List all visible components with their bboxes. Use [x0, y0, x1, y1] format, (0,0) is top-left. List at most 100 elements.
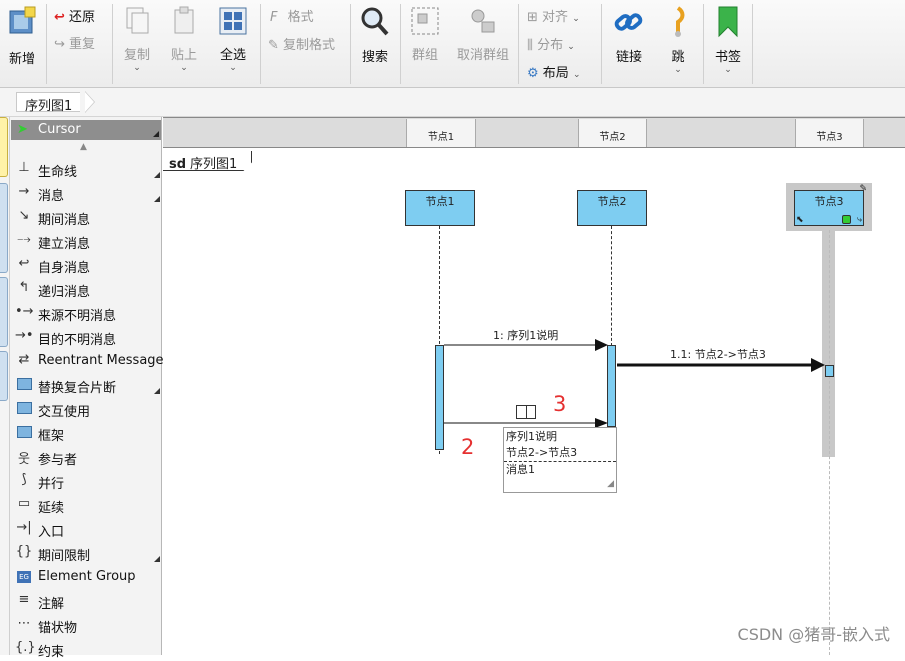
bookmark-icon	[718, 6, 738, 38]
link-button[interactable]: 链接	[608, 6, 650, 82]
note-line: 消息1	[506, 463, 535, 476]
duration-message-icon: ↘	[18, 208, 30, 223]
palette-more-icon[interactable]	[154, 196, 160, 202]
group-icon	[411, 7, 439, 35]
palette-item-label: 来源不明消息	[38, 309, 117, 324]
breadcrumb-item-diagram[interactable]: 序列图1	[16, 92, 81, 114]
palette-item[interactable]: {} 期间限制	[10, 541, 162, 565]
message-1-label[interactable]: 1: 序列1说明	[493, 327, 558, 343]
palette-item[interactable]: EG Element Group	[10, 565, 162, 589]
search-button[interactable]: 搜索	[356, 6, 394, 82]
palette-item[interactable]: → 消息	[10, 181, 162, 205]
layout-label: 布局	[542, 66, 569, 81]
palette-item[interactable]: ↩ 自身消息	[10, 253, 162, 277]
jump-button[interactable]: 跳 ⌄	[660, 6, 696, 82]
note[interactable]: 序列1说明 节点2->节点3 消息1 ◢	[503, 427, 617, 493]
combined-fragment-icon	[15, 376, 33, 392]
distribute-button[interactable]: ⫼ 分布 ⌄	[527, 34, 575, 53]
align-dropdown-icon: ⌄	[572, 14, 580, 24]
layout-icon: ⚙	[527, 66, 539, 81]
diagram-canvas[interactable]: 节点1 节点2 节点3 sd 序列图1 节点1 节点2 节点3 ⬉ ⤷ ✎ 1: …	[163, 117, 905, 655]
distribute-icon: ⫼	[527, 38, 533, 53]
palette-item-label: 锚状物	[38, 621, 78, 636]
format-label: 格式	[287, 10, 314, 25]
palette-item[interactable]: 交互使用	[10, 397, 162, 421]
duration-constraint-icon: {}	[15, 544, 33, 559]
palette-item[interactable]: ⋯ 锚状物	[10, 613, 162, 637]
copy-button[interactable]: 复制 ⌄	[118, 6, 156, 82]
palette-item-label: 生命线	[38, 165, 78, 180]
palette-more-icon[interactable]	[154, 388, 160, 394]
palette-cursor[interactable]: ➤ Cursor	[11, 120, 161, 140]
palette-item[interactable]: ⊥ 生命线	[10, 157, 162, 181]
copy-icon	[126, 7, 149, 34]
side-dock-tab[interactable]	[0, 277, 8, 347]
note-fold-icon: ◢	[607, 479, 614, 489]
palette-scroll-up-icon[interactable]: ▲	[80, 142, 87, 152]
palette-item[interactable]: •→ 来源不明消息	[10, 301, 162, 325]
constraint-icon: {.}	[15, 640, 36, 655]
palette-item[interactable]: ⤍ 建立消息	[10, 229, 162, 253]
palette-item[interactable]: →• 目的不明消息	[10, 325, 162, 349]
palette-item[interactable]: ↰ 递归消息	[10, 277, 162, 301]
palette-item-label: 并行	[38, 477, 65, 492]
layout-dropdown-icon: ⌄	[572, 70, 581, 80]
palette-item[interactable]: 웃 参与者	[10, 445, 162, 469]
new-diagram-icon	[9, 6, 36, 34]
bookmark-label: 书签	[714, 50, 741, 65]
recursive-message-icon: ↰	[18, 280, 30, 295]
palette-item[interactable]: ↘ 期间消息	[10, 205, 162, 229]
message-2-arrowhead	[811, 358, 825, 372]
align-icon: ⊞	[527, 10, 538, 25]
palette-item[interactable]: 替换复合片断	[10, 373, 162, 397]
diagram-palette: ➤ Cursor ▲ ⊥ 生命线 → 消息 ↘ 期间消息 ⤍ 建立消息 ↩ 自身消息 ↰ 递归消息 •→…	[10, 117, 164, 660]
message-text: 1.1: 节点2->节点3	[670, 348, 766, 361]
palette-item-label: 延续	[38, 501, 65, 516]
main-toolbar: 新增 ↩ 还原 ↪ 重复 复制 ⌄ 贴上 ⌄ 全选 ⌄ F 格式 ✎ 复制格式 …	[0, 0, 905, 88]
redo-button[interactable]: ↪ 重复	[54, 33, 95, 52]
palette-item-label: 自身消息	[38, 261, 91, 276]
palette-item[interactable]: ≡ 注解	[10, 589, 162, 613]
palette-item-label: 入口	[38, 525, 65, 540]
palette-item-label: 期间消息	[38, 213, 91, 228]
palette-item[interactable]: {.} 约束	[10, 637, 162, 661]
undo-button[interactable]: ↩ 还原	[54, 6, 95, 25]
palette-more-icon[interactable]	[154, 172, 160, 178]
palette-item[interactable]: ⟆ 并行	[10, 469, 162, 493]
group-label: 群组	[411, 48, 438, 63]
group-button[interactable]: 群组	[406, 6, 444, 82]
new-button[interactable]: 新增	[4, 6, 40, 82]
link-label: 链接	[615, 50, 642, 65]
cursor-arrow-icon: ➤	[17, 122, 28, 137]
side-dock-tab[interactable]	[0, 183, 8, 273]
paste-dropdown-icon: ⌄	[180, 63, 188, 73]
palette-item[interactable]: ▭ 延续	[10, 493, 162, 517]
paste-button[interactable]: 贴上 ⌄	[165, 6, 203, 82]
ungroup-button[interactable]: 取消群组	[452, 6, 514, 82]
note-line: 节点2->节点3	[506, 446, 578, 459]
palette-item[interactable]: ⇄ Reentrant Message	[10, 349, 164, 373]
message-2-label[interactable]: 1.1: 节点2->节点3	[670, 346, 766, 362]
ungroup-icon	[471, 9, 495, 33]
side-dock-tab[interactable]	[0, 351, 8, 401]
undo-label: 还原	[69, 10, 96, 25]
palette-item[interactable]: →| 入口	[10, 517, 162, 541]
side-dock-tab[interactable]	[0, 117, 8, 177]
jump-icon	[675, 6, 685, 37]
palette-item-label: 参与者	[38, 453, 78, 468]
select-all-dropdown-icon: ⌄	[229, 63, 237, 73]
select-all-label: 全选	[219, 48, 246, 63]
palette-more-icon[interactable]	[154, 556, 160, 562]
message-1-arrowhead	[595, 339, 608, 351]
select-all-button[interactable]: 全选 ⌄	[212, 6, 254, 82]
palette-item[interactable]: 框架	[10, 421, 162, 445]
bookmark-button[interactable]: 书签 ⌄	[710, 6, 746, 82]
anchor-icon: ⋯	[17, 616, 31, 631]
format-button[interactable]: F 格式	[270, 6, 314, 25]
align-button[interactable]: ⊞ 对齐 ⌄	[527, 6, 580, 25]
layout-button[interactable]: ⚙ 布局 ⌄	[527, 62, 581, 81]
message-arrow-icon: →	[18, 184, 30, 199]
note-icon: ≡	[18, 592, 30, 607]
palette-item-label: 建立消息	[38, 237, 91, 252]
copy-format-button[interactable]: ✎ 复制格式	[268, 34, 335, 53]
